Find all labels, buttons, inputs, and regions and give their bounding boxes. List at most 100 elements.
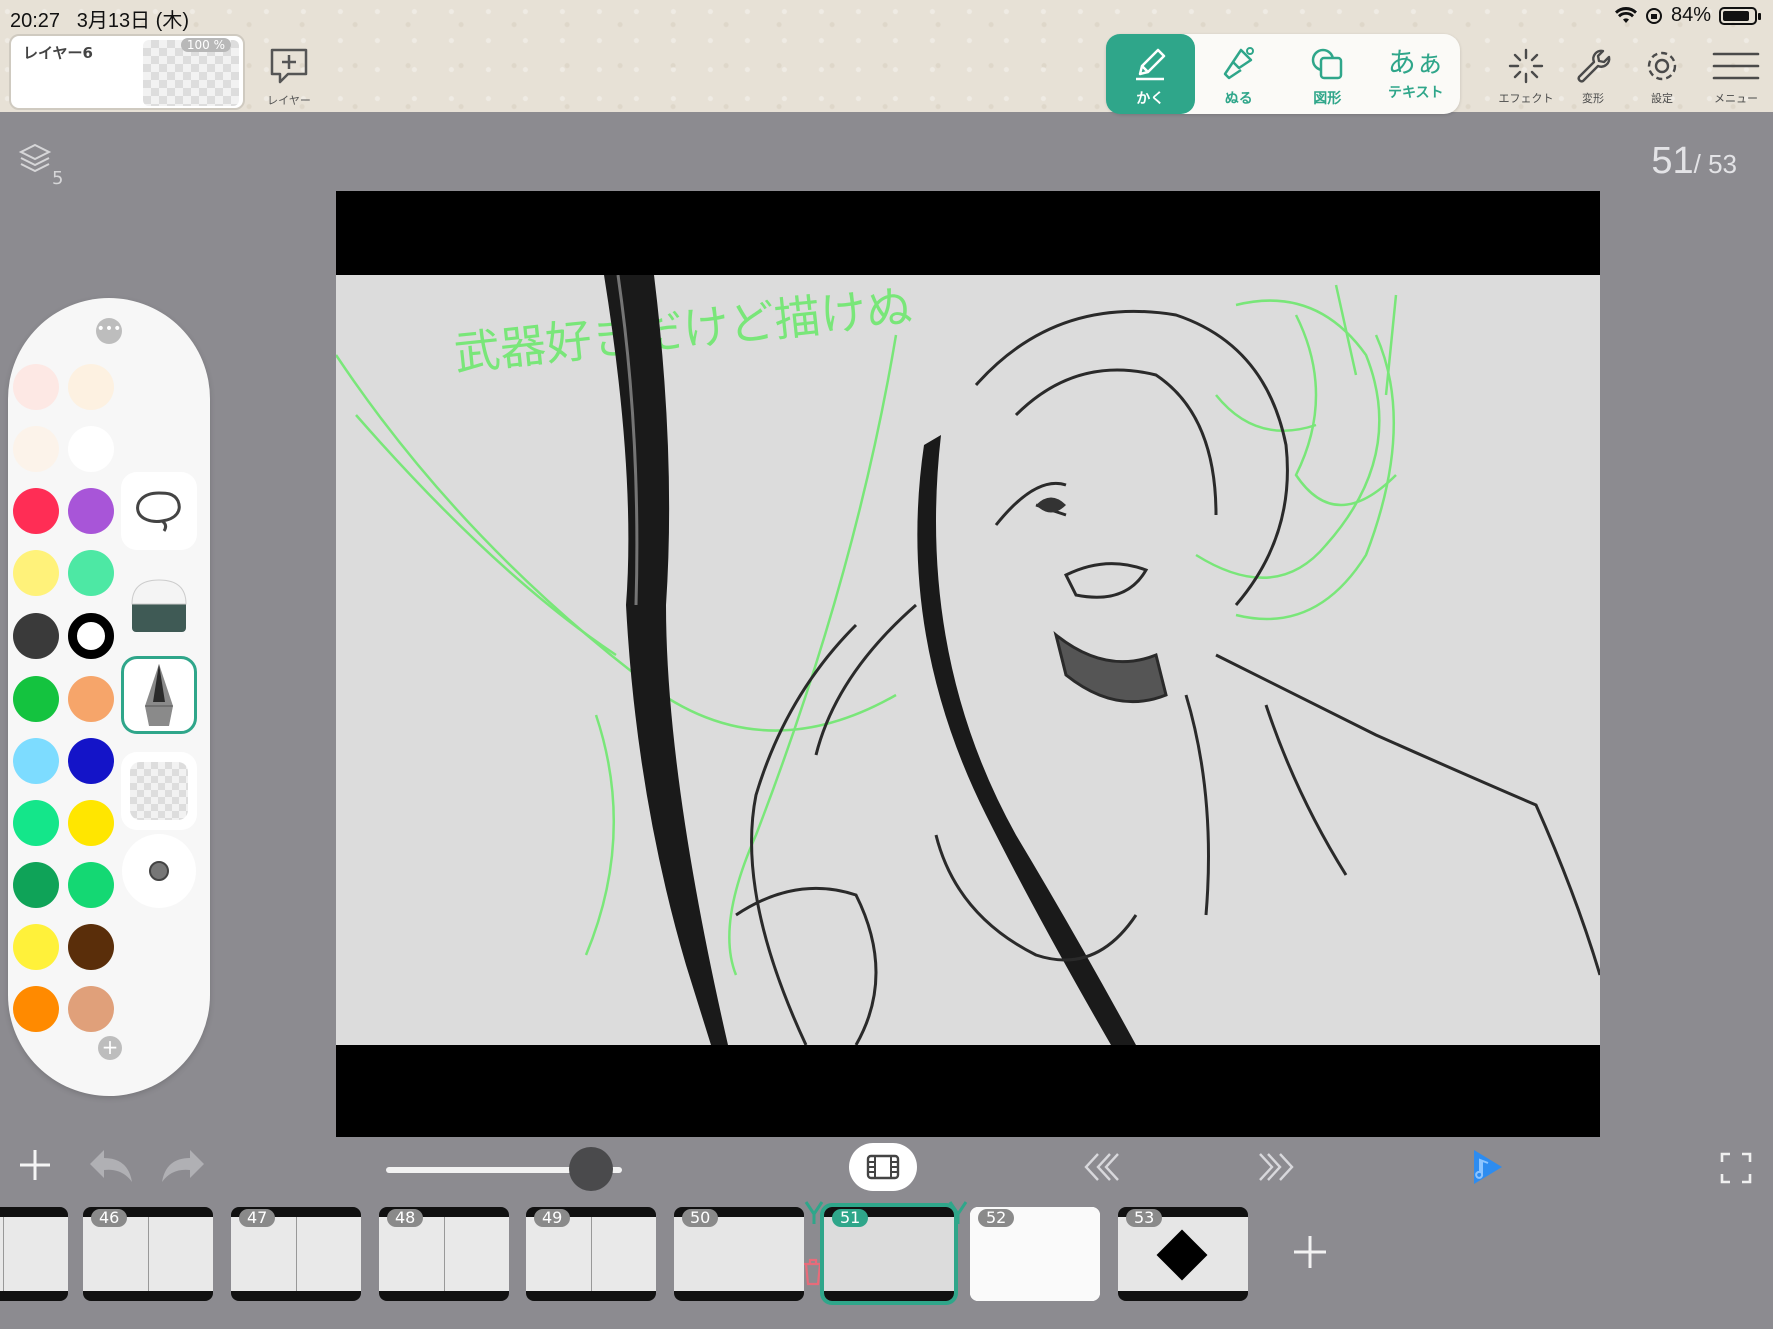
menu-button[interactable]: メニュー — [1706, 48, 1766, 106]
eraser-brush-slot[interactable] — [121, 566, 197, 644]
tool-shape[interactable]: 図形 — [1283, 34, 1372, 114]
palette-options-button[interactable]: ••• — [96, 318, 122, 344]
brush-size-slot[interactable] — [122, 834, 196, 908]
frame-number: 50 — [682, 1209, 719, 1227]
total-frames: / 53 — [1693, 149, 1737, 179]
color-swatch[interactable] — [13, 550, 59, 596]
eraser-icon — [131, 579, 187, 632]
transform-label: 変形 — [1582, 92, 1604, 105]
color-swatch[interactable] — [13, 676, 59, 722]
frame-thumbnail[interactable]: 53 — [1118, 1207, 1248, 1301]
color-palette-panel: ••• + — [8, 298, 210, 1096]
color-swatch[interactable] — [68, 924, 114, 970]
effect-button[interactable]: エフェクト — [1496, 48, 1556, 106]
add-layer-button[interactable]: レイヤー — [266, 46, 312, 107]
pencil-icon — [1136, 48, 1166, 81]
color-swatch[interactable] — [68, 364, 114, 410]
tool-text-label: テキスト — [1387, 85, 1444, 101]
frame-thumbnail[interactable]: 48 — [379, 1207, 509, 1301]
undo-icon[interactable] — [88, 1146, 134, 1186]
color-swatch[interactable] — [13, 924, 59, 970]
add-color-button[interactable]: + — [98, 1036, 122, 1060]
next-frame-icon[interactable] — [1256, 1150, 1296, 1184]
trash-icon[interactable] — [802, 1258, 824, 1286]
color-swatch[interactable] — [13, 613, 59, 659]
redo-icon[interactable] — [160, 1146, 206, 1186]
frame-thumbnail[interactable]: 50 — [674, 1207, 804, 1301]
brush-size-slider-knob[interactable] — [569, 1147, 614, 1191]
previous-frame-icon[interactable] — [1082, 1150, 1122, 1184]
color-swatch[interactable] — [68, 676, 114, 722]
shape-icon — [1312, 48, 1343, 80]
lasso-brush-slot[interactable] — [121, 472, 197, 550]
color-swatch[interactable] — [13, 800, 59, 846]
current-layer-thumbnail[interactable]: レイヤー6 100 % — [9, 34, 245, 110]
layers-panel-button[interactable] — [18, 142, 52, 180]
wrench-icon — [1577, 49, 1611, 83]
menu-icon — [1712, 52, 1760, 80]
pen-nib-icon — [145, 664, 173, 726]
frame-thumbnail-current[interactable]: 51 — [820, 1203, 958, 1305]
tool-draw[interactable]: かく — [1106, 34, 1195, 114]
settings-button[interactable]: 設定 — [1632, 48, 1692, 106]
current-frame-number: 51 — [1651, 140, 1694, 182]
color-swatch[interactable] — [13, 738, 59, 784]
frame-thumbnail[interactable]: 49 — [526, 1207, 656, 1301]
top-toolbar: 20:27 3月13日 (木) 84% レイヤー6 100 % レイヤー かく … — [0, 0, 1773, 114]
color-swatch[interactable] — [68, 862, 114, 908]
film-icon — [866, 1154, 900, 1180]
status-indicators: 84% — [1614, 4, 1761, 27]
range-start-marker-icon[interactable] — [804, 1200, 824, 1226]
fill-brush-icon — [1223, 47, 1254, 80]
color-swatch[interactable] — [68, 986, 114, 1032]
color-swatch[interactable] — [68, 426, 114, 472]
tool-fill[interactable]: ぬる — [1195, 34, 1284, 114]
canvas-note-text: 武器好きだけど描けぬ — [452, 279, 915, 381]
tool-draw-label: かく — [1136, 91, 1165, 107]
color-swatch[interactable] — [13, 426, 59, 472]
frame-number: 53 — [1126, 1209, 1163, 1227]
add-frame-icon[interactable] — [1290, 1232, 1330, 1272]
transparent-brush-slot[interactable] — [121, 752, 197, 830]
frame-thumbnail[interactable] — [0, 1207, 68, 1301]
color-swatch[interactable] — [13, 364, 59, 410]
color-swatch-selected[interactable] — [68, 613, 114, 659]
frame-number: 52 — [978, 1209, 1015, 1227]
frame-counter: 51/ 53 — [1651, 140, 1737, 183]
frame-thumbnail[interactable]: 46 — [83, 1207, 213, 1301]
play-icon[interactable] — [1470, 1148, 1504, 1186]
sparkle-icon — [1508, 48, 1544, 84]
color-swatch[interactable] — [68, 800, 114, 846]
layer-name: レイヤー6 — [23, 44, 93, 62]
tool-text[interactable]: あぁ テキスト — [1372, 34, 1461, 114]
artwork: 武器好きだけど描けぬ — [336, 274, 1600, 1046]
transform-button[interactable]: 変形 — [1563, 48, 1623, 106]
color-swatch[interactable] — [13, 986, 59, 1032]
color-swatch[interactable] — [68, 550, 114, 596]
add-layer-label: レイヤー — [267, 94, 311, 107]
add-layer-icon — [270, 48, 308, 84]
lasso-icon — [136, 491, 181, 532]
dot-brush-icon — [149, 861, 169, 881]
tool-fill-label: ぬる — [1224, 91, 1253, 107]
color-swatch[interactable] — [13, 862, 59, 908]
drawing-canvas[interactable]: 武器好きだけど描けぬ — [336, 191, 1600, 1137]
frame-number: 49 — [534, 1209, 571, 1227]
battery-icon — [1719, 6, 1761, 25]
fullscreen-icon[interactable] — [1720, 1152, 1752, 1184]
color-swatch[interactable] — [68, 488, 114, 534]
frame-thumbnail[interactable]: 47 — [231, 1207, 361, 1301]
add-icon[interactable] — [16, 1146, 54, 1184]
pen-brush-slot[interactable] — [121, 656, 197, 734]
frame-thumbnail[interactable]: 52 — [970, 1207, 1100, 1301]
layer-count: 5 — [52, 168, 64, 189]
color-swatch[interactable] — [13, 488, 59, 534]
sketch-drawing: 武器好きだけど描けぬ — [336, 274, 1600, 1046]
frame-number: 48 — [387, 1209, 424, 1227]
color-swatch[interactable] — [68, 738, 114, 784]
wifi-icon — [1614, 6, 1637, 23]
settings-label: 設定 — [1651, 92, 1673, 105]
status-time: 20:27 3月13日 (木) — [10, 10, 189, 32]
menu-label: メニュー — [1714, 92, 1758, 105]
filmstrip-toggle-button[interactable] — [849, 1143, 917, 1191]
